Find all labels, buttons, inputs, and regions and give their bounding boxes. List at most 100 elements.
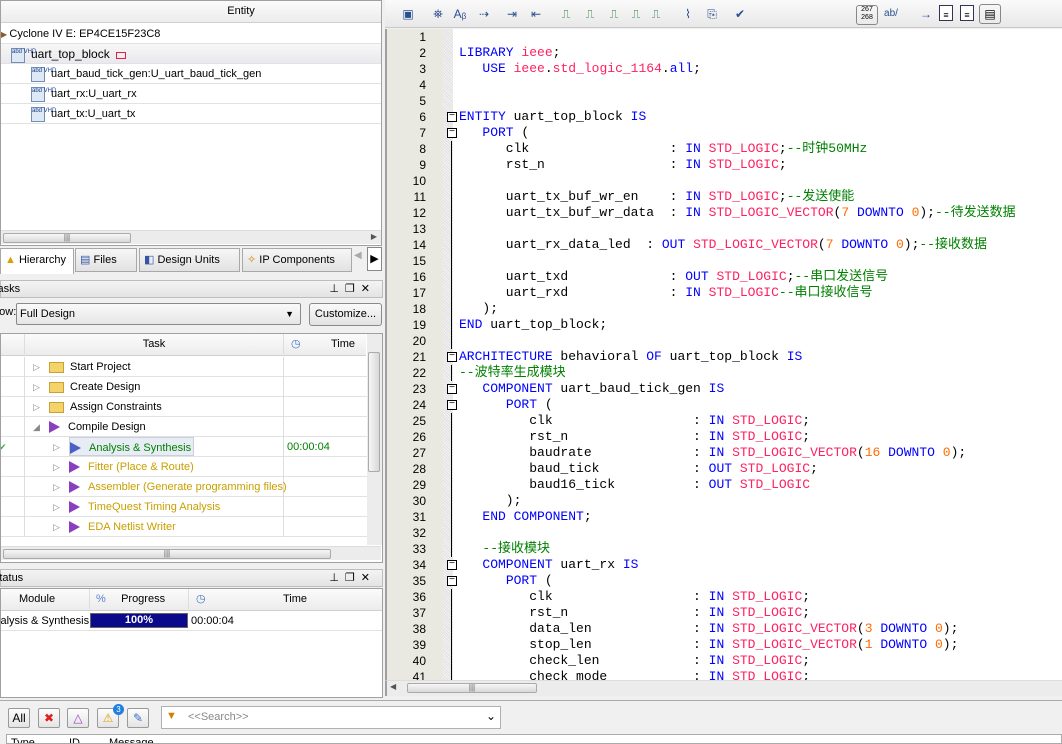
time-column-header[interactable]: Time [283,589,307,609]
horizontal-scrollbar[interactable]: ||| ▶ [1,230,381,244]
attach-icon[interactable]: ⌇ [679,5,697,23]
progress-column-header[interactable]: % Progress [89,589,189,609]
editor-horizontal-scrollbar[interactable]: ◀ ||| [385,680,1062,696]
scroll-thumb[interactable]: ||| [3,233,131,243]
tabs-scroll-right-icon[interactable]: ▶ [367,247,382,271]
fold-collapse-icon[interactable]: − [447,112,457,122]
fold-collapse-icon[interactable]: − [447,576,457,586]
prev-bookmark-icon[interactable]: ⎍ [605,5,623,23]
fold-collapse-icon[interactable]: − [447,384,457,394]
flow-select[interactable]: Full Design ▼ [16,303,301,325]
scroll-thumb[interactable]: ||| [407,683,537,693]
device-row[interactable]: ▶ Cyclone IV E: EP4CE15F23C8 [1,24,381,44]
unindent-icon[interactable]: ⇤ [527,5,545,23]
info-filter-icon[interactable]: ✎ [127,708,149,728]
expand-arrow-icon[interactable]: ▷ [53,497,60,517]
task-row[interactable]: ▷ Assembler (Generate programming files) [1,477,367,497]
tree-item-top[interactable]: abd VHDuart_top_block [1,44,381,64]
vertical-scrollbar[interactable] [367,334,382,545]
task-row[interactable]: ▷ Start Project [1,357,367,377]
expand-arrow-icon[interactable]: ▷ [33,377,40,397]
token-cm: --接收模块 [482,541,551,556]
code-text: COMPONENT uart_rx IS [459,557,638,573]
horizontal-scrollbar[interactable]: ||| [1,546,381,560]
error-filter-icon[interactable]: ✖ [38,708,60,728]
expand-arrow-icon[interactable]: ▷ [53,517,60,537]
find-icon[interactable]: ⛯ [429,5,447,23]
expand-arrow-icon[interactable]: ▷ [33,357,40,377]
fold-collapse-icon[interactable]: − [447,352,457,362]
code-text: uart_txd : OUT STD_LOGIC;--串口发送信号 [459,269,888,285]
token-ty: STD_LOGIC [732,669,803,680]
tab-design-units[interactable]: ◧ Design Units [139,248,240,272]
task-row[interactable]: ▷ Analysis & Synthesis 00:00:04 ✔ [1,437,367,457]
tab-files[interactable]: ▤ Files [75,248,137,272]
tab-hierarchy[interactable]: ▲ Hierarchy [0,248,74,274]
panel-controls[interactable]: ⊥❐✕ [329,281,376,298]
token-pl: ; [778,157,787,172]
critical-warning-filter-icon[interactable]: △ [67,708,89,728]
entity-column-header[interactable]: Entity [1,1,381,23]
collapse-arrow-icon[interactable]: ◢ [33,417,40,437]
document-icon[interactable]: ≡ [939,5,953,21]
indent-icon[interactable]: ⇥ [503,5,521,23]
task-row[interactable]: ▷ EDA Netlist Writer [1,517,367,537]
customize-button[interactable]: Customize... [309,303,382,326]
task-column-header[interactable]: Task [24,334,284,354]
bookmark-icon[interactable]: ⎍ [557,5,575,23]
document-icon[interactable]: ≡ [960,5,974,21]
expand-arrow-icon[interactable]: ▷ [33,397,40,417]
scroll-thumb[interactable]: ||| [3,549,331,559]
tab-ip-components[interactable]: ✧ IP Components [242,248,352,272]
word-wrap-button[interactable]: ab/ [881,5,901,23]
token-kw: IN [708,589,725,604]
goto-bracket-icon[interactable]: ⇢ [475,5,493,23]
scroll-thumb[interactable] [368,352,380,472]
task-row[interactable]: ▷ Create Design [1,377,367,397]
token-pl: ; [786,269,795,284]
token-nm: 7 [825,237,834,252]
token-ty: STD_LOGIC [708,157,779,172]
token-kw: DOWNTO [841,237,889,252]
tree-item[interactable]: abd VHDuart_tx:U_uart_tx [1,104,381,124]
task-row[interactable]: ◢ Compile Design [1,417,367,437]
task-row[interactable]: ▷ Assign Constraints [1,397,367,417]
fold-line [451,269,452,285]
tree-item[interactable]: abd VHDuart_rx:U_uart_rx [1,84,381,104]
code-editor[interactable]: 1 2 LIBRARY ieee; 3 USE ieee.std_logic_1164… [385,29,1062,680]
fold-collapse-icon[interactable]: − [447,400,457,410]
filter-all-button[interactable]: All [8,708,30,728]
expand-arrow-icon[interactable]: ▷ [53,477,60,497]
open-file-icon[interactable]: ▣ [399,5,417,23]
token-ty: STD_LOGIC_VECTOR [732,637,857,652]
replace-icon[interactable]: Aᵦ [451,5,469,23]
module-column-header[interactable]: Module [19,589,55,609]
expand-arrow-icon[interactable]: ▷ [53,437,60,457]
fold-collapse-icon[interactable]: − [447,128,457,138]
fold-collapse-icon[interactable]: − [447,560,457,570]
remove-bookmark-icon[interactable]: ⎍ [627,5,645,23]
indent-arrow-icon[interactable]: → [917,5,935,23]
code-text: ); [459,493,522,509]
task-row[interactable]: ▷ Fitter (Place & Route) [1,457,367,477]
remove-all-bookmarks-icon[interactable]: ⎍ [647,5,665,23]
next-bookmark-icon[interactable]: ⎍ [581,5,599,23]
time-column-header[interactable]: Time [331,334,355,354]
scroll-left-icon[interactable]: ◀ [390,682,396,691]
tabs-scroll-left-icon[interactable]: ◀ [354,250,362,261]
code-line: 31 END COMPONENT; [387,509,1062,525]
search-combo[interactable]: ▼ <<Search>> ⌄ [161,706,501,729]
scroll-right-icon[interactable]: ▶ [371,232,377,241]
expand-arrow-icon[interactable]: ▷ [53,457,60,477]
template-icon[interactable]: ⎘ [703,5,721,23]
fold-line [451,237,452,253]
syntax-check-icon[interactable]: ✔ [731,5,749,23]
panel-controls[interactable]: ⊥❐✕ [329,570,376,587]
line-numbers-button[interactable]: 267 268 [856,5,878,25]
tree-item[interactable]: abd VHDuart_baud_tick_gen:U_uart_baud_ti… [1,64,381,84]
fold-line [451,653,452,669]
view-toggle-icon[interactable]: ▤ [979,4,1001,24]
task-row[interactable]: ▷ TimeQuest Timing Analysis [1,497,367,517]
